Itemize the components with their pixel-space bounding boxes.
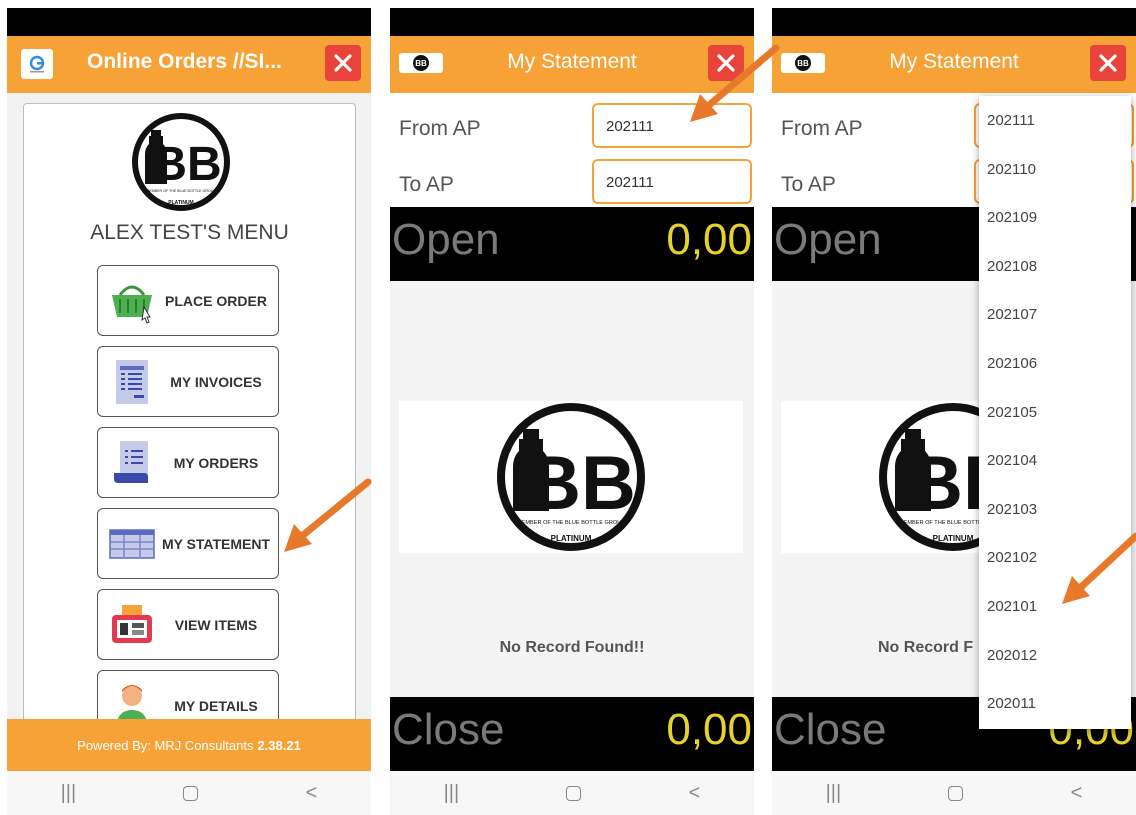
arrow-to-my-statement xyxy=(284,478,372,552)
arrow-to-202101-option xyxy=(1062,532,1136,604)
annotation-arrows xyxy=(284,44,1136,604)
screenshot-stage: Online Orders //SI... BB MEMBER OF THE B… xyxy=(0,0,1136,815)
arrow-to-from-ap-field xyxy=(690,44,780,122)
